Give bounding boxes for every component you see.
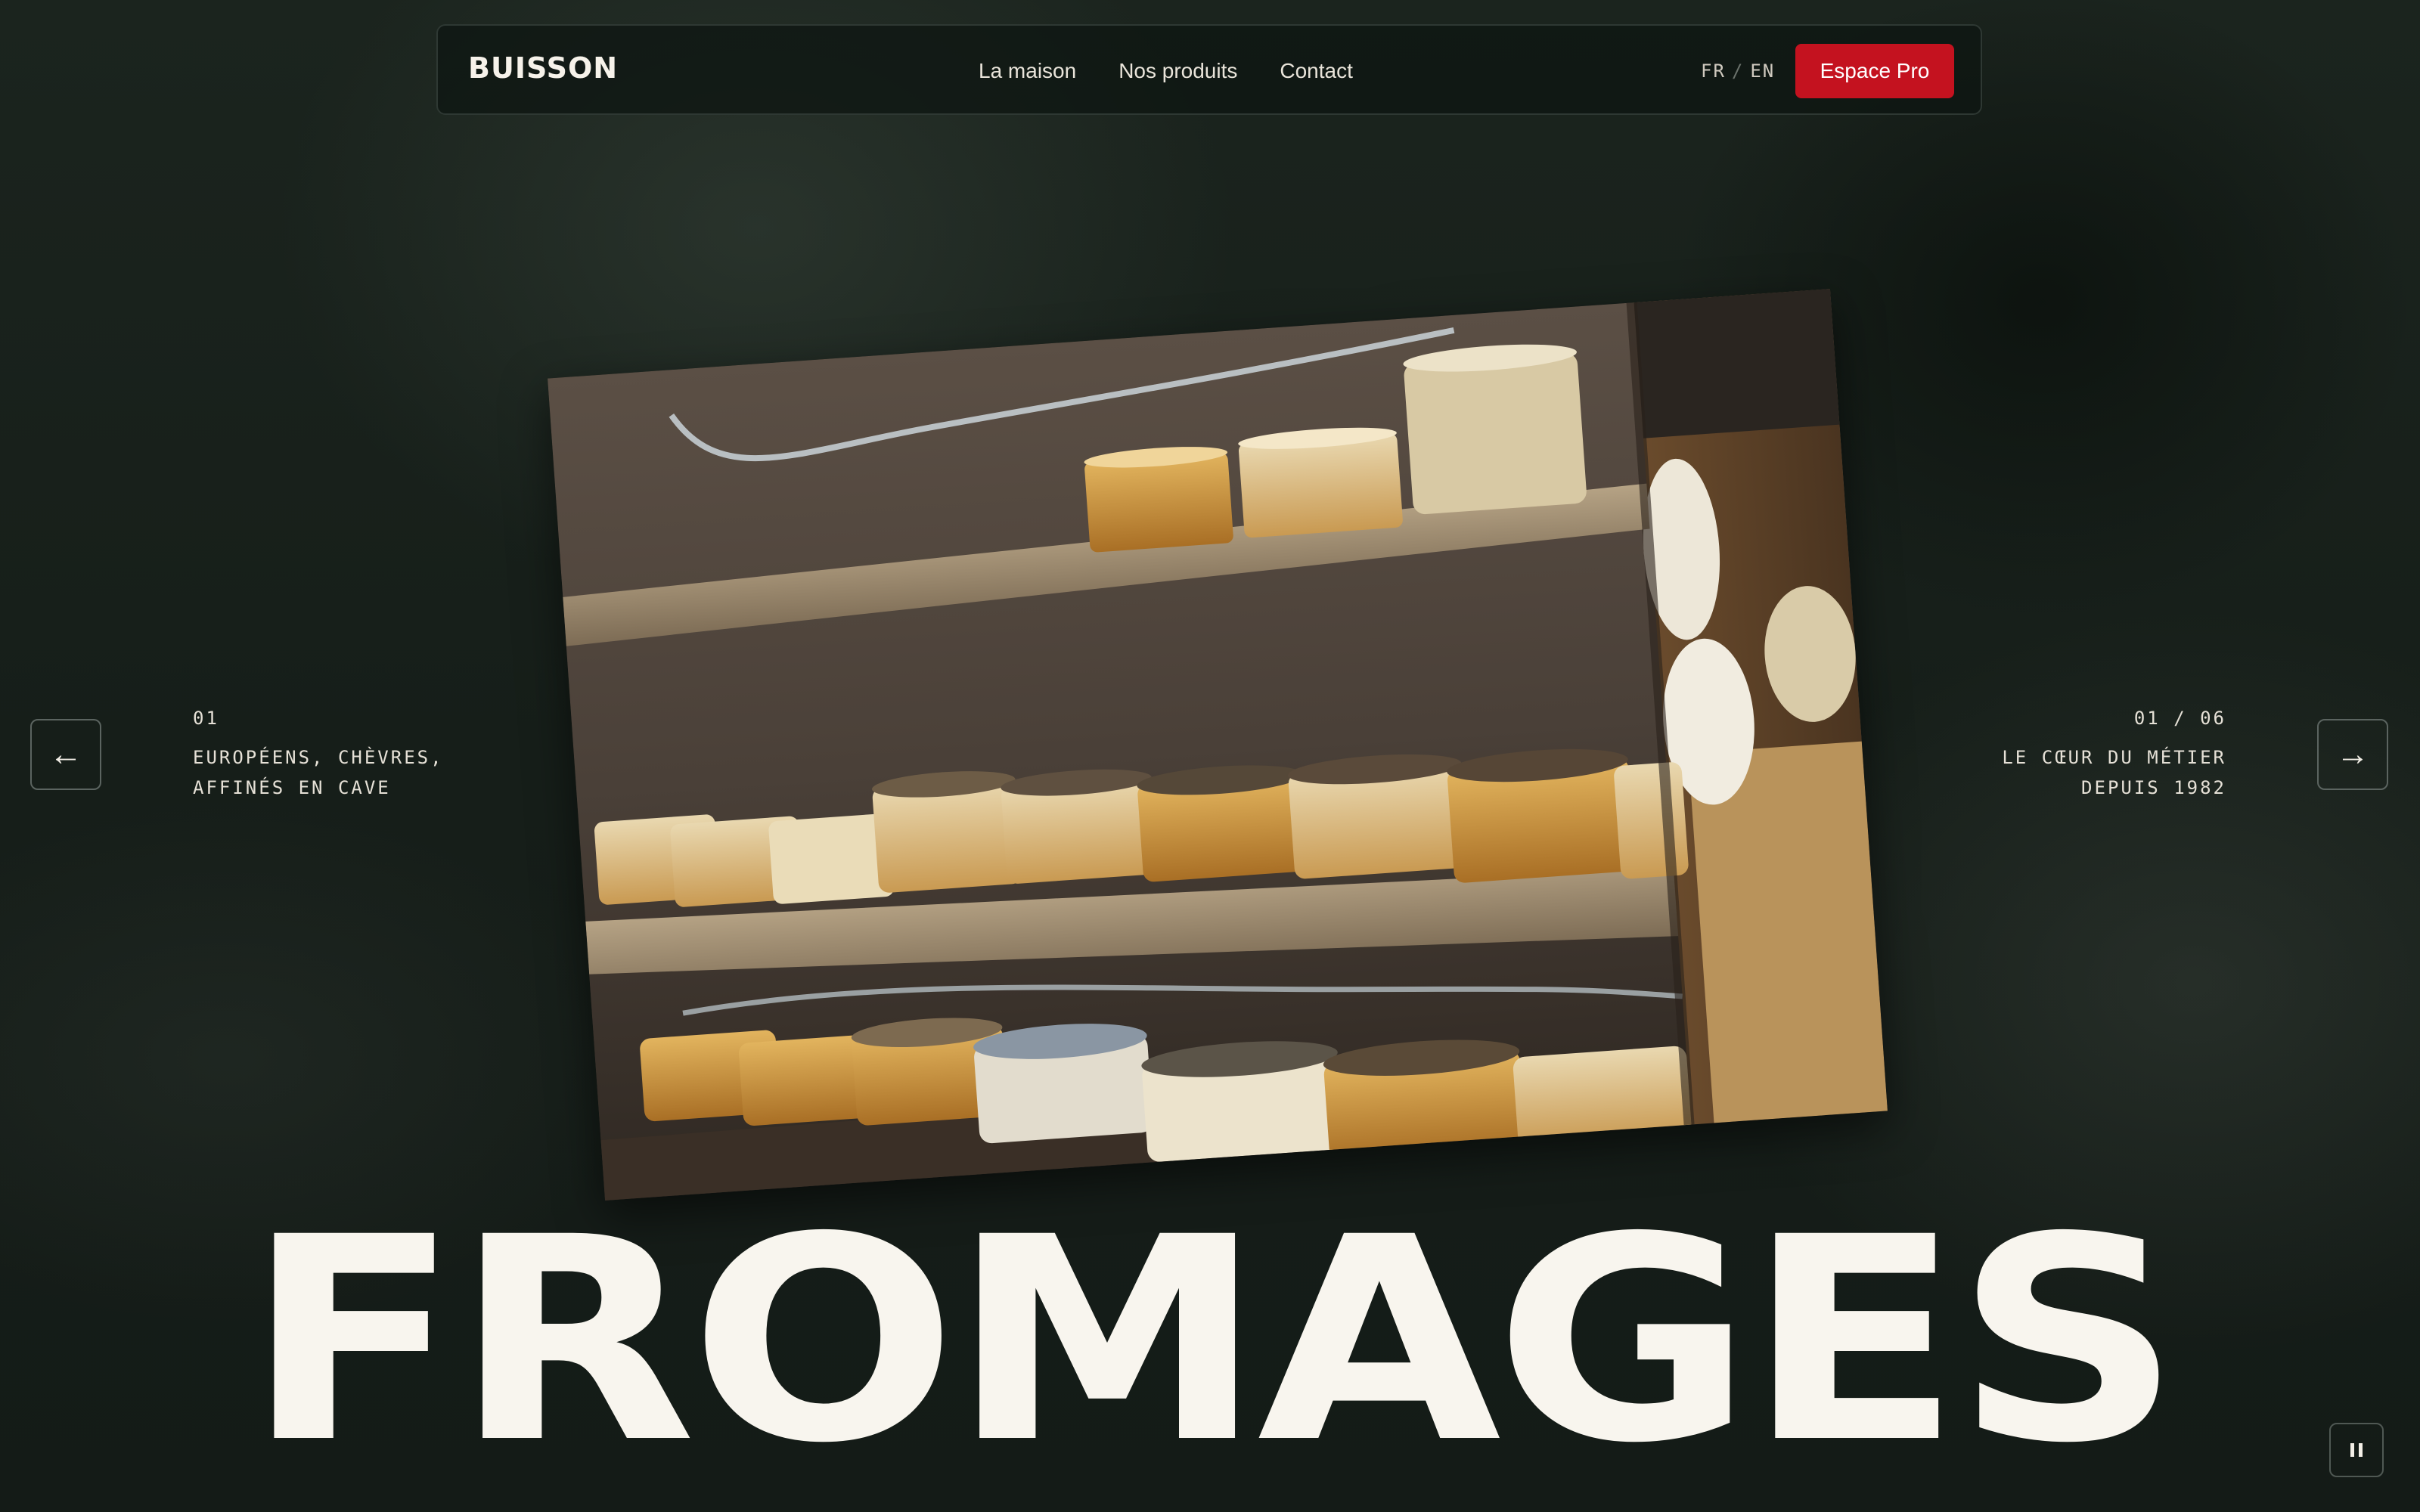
slide-info-right: 01 / 06 LE CŒUR DU MÉTIER DEPUIS 1982 [1876, 708, 2226, 803]
lang-fr[interactable]: FR [1701, 60, 1726, 82]
lang-en[interactable]: EN [1750, 60, 1775, 82]
arrow-right-icon: → [2336, 736, 2369, 773]
cheese-cellar-image [548, 289, 1888, 1201]
hero-photo [548, 289, 1888, 1201]
slide-caption-left: EUROPÉENS, CHÈVRES, AFFINÉS EN CAVE [193, 742, 444, 803]
main-menu: La maison Nos produits Contact [979, 59, 1353, 83]
language-switcher: FR / EN [1701, 60, 1775, 82]
caption-left-line-2: AFFINÉS EN CAVE [193, 777, 391, 798]
arrow-left-icon: ← [49, 736, 82, 773]
caption-left-line-1: EUROPÉENS, CHÈVRES, [193, 747, 444, 768]
pause-icon [2348, 1443, 2365, 1457]
slide-caption-right: LE CŒUR DU MÉTIER DEPUIS 1982 [1876, 742, 2226, 803]
lang-separator: / [1731, 60, 1745, 82]
caption-right-line-2: DEPUIS 1982 [2081, 777, 2226, 798]
nav-link-la-maison[interactable]: La maison [979, 59, 1076, 83]
nav-link-nos-produits[interactable]: Nos produits [1118, 59, 1237, 83]
slide-title: FROMAGES [245, 1177, 2182, 1504]
caption-right-line-1: LE CŒUR DU MÉTIER [2002, 747, 2226, 768]
nav-link-contact[interactable]: Contact [1280, 59, 1353, 83]
slide-info-left: 01 EUROPÉENS, CHÈVRES, AFFINÉS EN CAVE [193, 708, 444, 803]
pause-button[interactable] [2329, 1423, 2384, 1477]
espace-pro-button[interactable]: Espace Pro [1795, 44, 1954, 98]
brand-logo[interactable]: BUISSON [468, 51, 618, 85]
slide-index: 01 [193, 708, 219, 729]
slide-counter: 01 / 06 [2133, 708, 2226, 729]
previous-slide-button[interactable]: ← [30, 719, 101, 790]
next-slide-button[interactable]: → [2317, 719, 2388, 790]
top-navigation: BUISSON La maison Nos produits Contact F… [436, 24, 1982, 115]
